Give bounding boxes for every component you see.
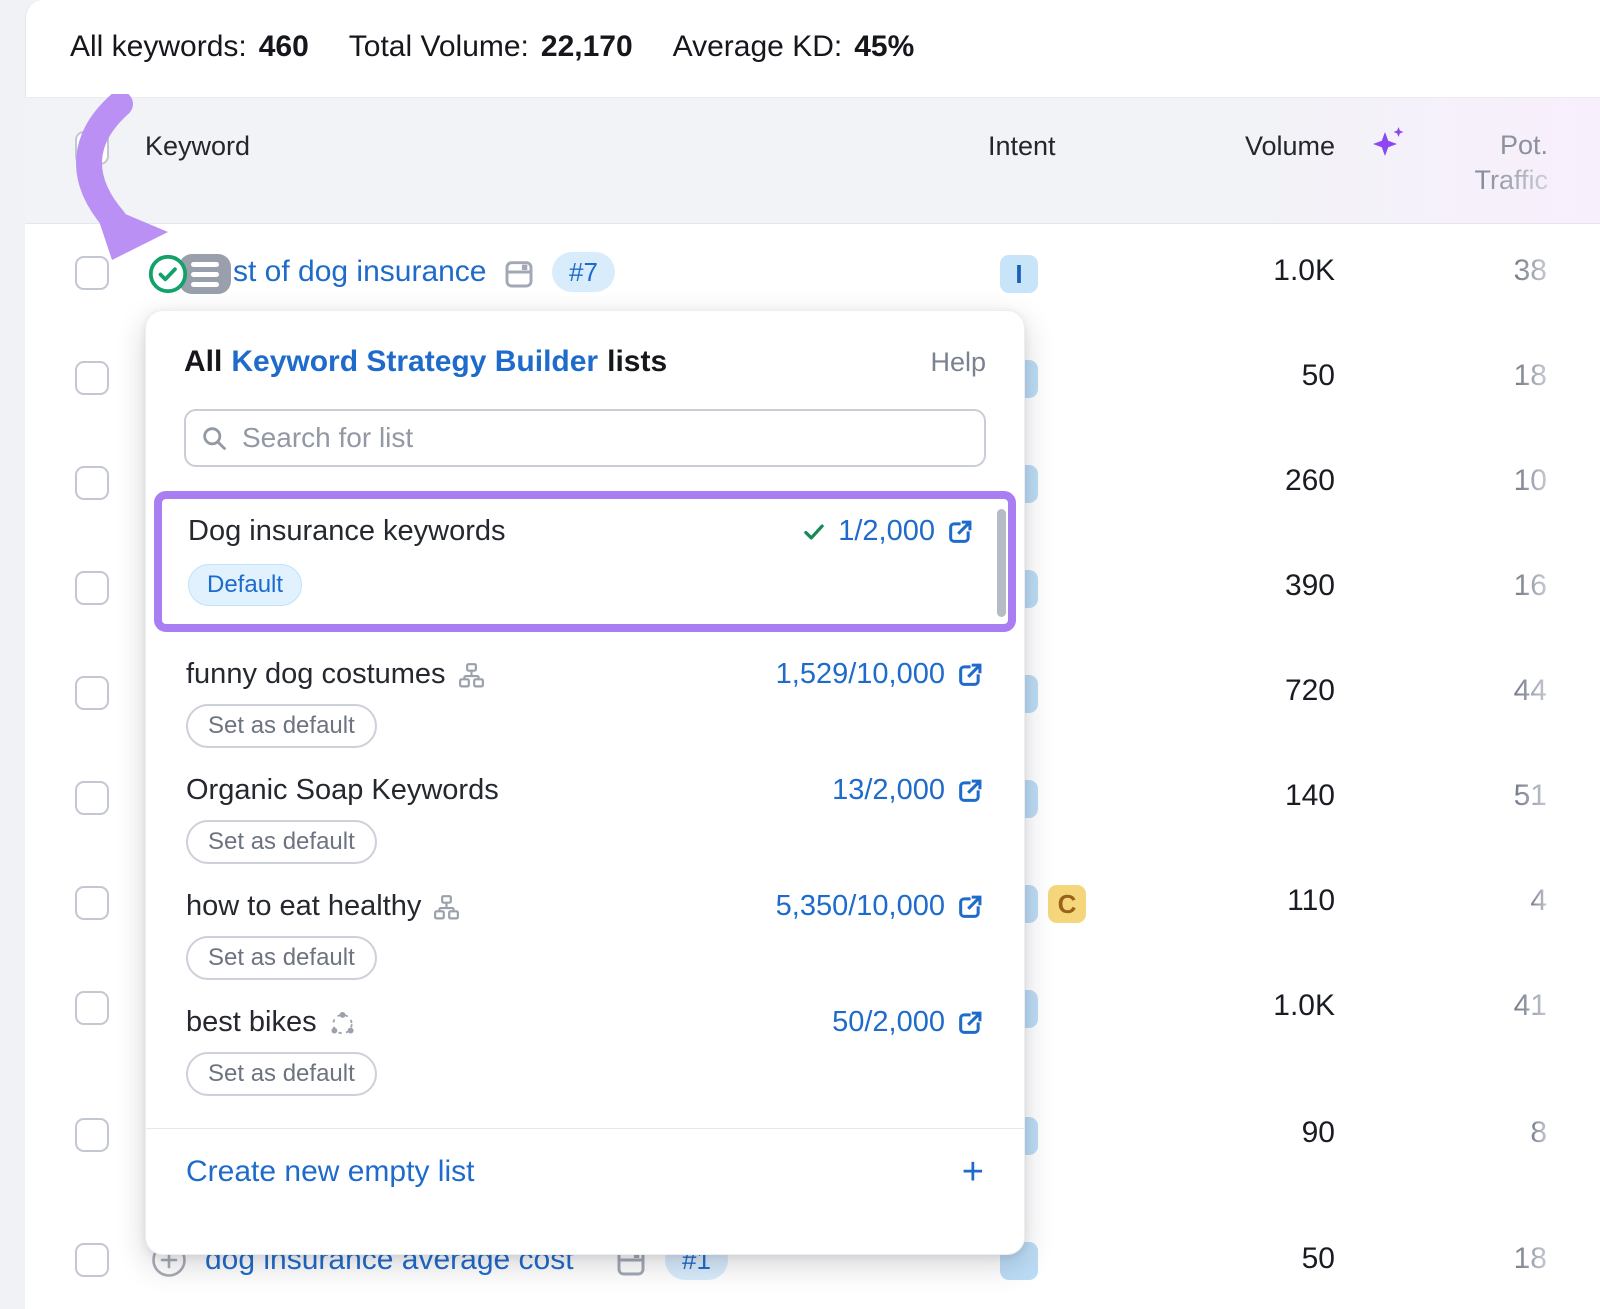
external-link-icon[interactable] [956, 893, 984, 921]
external-link-icon[interactable] [956, 777, 984, 805]
pot-traffic-value: 10 [1380, 464, 1547, 498]
external-link-icon[interactable] [956, 1009, 984, 1037]
volume-value: 50 [1150, 359, 1335, 393]
set-as-default-button[interactable]: Set as default [186, 820, 377, 864]
search-icon [200, 424, 228, 452]
stat-all-keywords: All keywords: 460 [70, 30, 309, 64]
list-count-link[interactable]: 5,350/10,000 [776, 890, 945, 923]
row-checkbox[interactable] [75, 991, 109, 1025]
popup-title-link[interactable]: Keyword Strategy Builder [231, 345, 598, 379]
help-link[interactable]: Help [930, 347, 986, 378]
row-checkbox[interactable] [75, 1118, 109, 1152]
popup-title-prefix: All [184, 345, 222, 379]
list-count-link[interactable]: 1/2,000 [838, 515, 935, 548]
pot-traffic-value: 51 [1380, 779, 1547, 813]
pot-traffic-value: 41 [1380, 989, 1547, 1023]
column-header-intent[interactable]: Intent [988, 131, 1056, 162]
set-as-default-button[interactable]: Set as default [186, 1052, 377, 1096]
list-item-default-highlighted[interactable]: Dog insurance keywords 1/2,000 Default [154, 491, 1016, 632]
intent-badge-commercial: C [1048, 885, 1086, 923]
pot-traffic-value: 18 [1380, 1242, 1547, 1276]
list-name[interactable]: best bikes [186, 1006, 317, 1039]
keyword-magic-table-page: All keywords: 460 Total Volume: 22,170 A… [0, 0, 1600, 1309]
pot-traffic-line1: Pot. [1360, 128, 1548, 163]
search-input[interactable] [184, 409, 986, 467]
volume-value: 390 [1150, 569, 1335, 603]
row-checkbox[interactable] [75, 466, 109, 500]
list-name[interactable]: how to eat healthy [186, 890, 421, 923]
volume-value: 140 [1150, 779, 1335, 813]
pot-traffic-value: 16 [1380, 569, 1547, 603]
keyword-link[interactable]: st of dog insurance [233, 255, 487, 289]
list-count-link[interactable]: 1,529/10,000 [776, 658, 945, 691]
create-new-list-link[interactable]: Create new empty list [186, 1155, 474, 1189]
tutorial-arrow [70, 94, 180, 266]
row-checkbox[interactable] [75, 361, 109, 395]
selected-check-icon [801, 519, 827, 545]
volume-value: 1.0K [1150, 254, 1335, 288]
create-new-list-row[interactable]: Create new empty list + [184, 1129, 986, 1189]
cluster-icon [329, 1010, 356, 1036]
pot-traffic-value: 44 [1380, 674, 1547, 708]
row-checkbox[interactable] [75, 781, 109, 815]
volume-value: 720 [1150, 674, 1335, 708]
stat-total-volume: Total Volume: 22,170 [349, 30, 633, 64]
volume-value: 90 [1150, 1116, 1335, 1150]
row-checkbox[interactable] [75, 1243, 109, 1277]
list-search [184, 409, 986, 467]
keyword-lists-popup: All Keyword Strategy Builder lists Help … [145, 310, 1025, 1255]
sitemap-icon [458, 662, 485, 688]
list-count-link[interactable]: 50/2,000 [832, 1006, 945, 1039]
stats-bar: All keywords: 460 Total Volume: 22,170 A… [70, 30, 914, 64]
set-as-default-button[interactable]: Set as default [186, 704, 377, 748]
volume-value: 110 [1150, 884, 1335, 918]
stat-average-kd: Average KD: 45% [673, 30, 915, 64]
intent-badge-informational: I [1000, 255, 1038, 293]
column-header-pot-traffic[interactable]: Pot. Traffic [1360, 128, 1548, 198]
external-link-icon[interactable] [946, 518, 974, 546]
list-item: funny dog costumes 1,529/10,000 [184, 658, 986, 748]
pot-traffic-value: 18 [1380, 359, 1547, 393]
table-header: Keyword Intent Volume Pot. Traffic [25, 97, 1600, 224]
list-item: how to eat healthy 5,350/10,000 [184, 890, 986, 980]
stat-value: 22,170 [541, 30, 633, 64]
row-checkbox[interactable] [75, 676, 109, 710]
default-badge: Default [188, 564, 302, 606]
stat-label: Total Volume: [349, 30, 529, 64]
stat-value: 460 [259, 30, 309, 64]
row-checkbox[interactable] [75, 571, 109, 605]
stat-value: 45% [854, 30, 914, 64]
set-as-default-button[interactable]: Set as default [186, 936, 377, 980]
stat-label: Average KD: [673, 30, 843, 64]
stat-label: All keywords: [70, 30, 247, 64]
pot-traffic-line2: Traffic [1474, 163, 1548, 198]
list-name[interactable]: Dog insurance keywords [188, 515, 506, 548]
serp-rank-badge[interactable]: #7 [552, 252, 615, 292]
plus-icon[interactable]: + [962, 1157, 984, 1187]
save-to-list-icon[interactable] [503, 258, 535, 290]
list-name[interactable]: funny dog costumes [186, 658, 446, 691]
pot-traffic-value: 8 [1380, 1116, 1547, 1150]
sitemap-icon [433, 894, 460, 920]
pot-traffic-value: 38 [1380, 254, 1547, 288]
popup-title: All Keyword Strategy Builder lists [184, 345, 667, 379]
list-item: best bikes 50/2,000 Set as d [184, 1006, 986, 1096]
external-link-icon[interactable] [956, 661, 984, 689]
pot-traffic-value: 4 [1380, 884, 1547, 918]
list-count-link[interactable]: 13/2,000 [832, 774, 945, 807]
volume-value: 260 [1150, 464, 1335, 498]
list-item: Organic Soap Keywords 13/2,000 Set as de… [184, 774, 986, 864]
list-name[interactable]: Organic Soap Keywords [186, 774, 499, 807]
popup-scrollbar-thumb[interactable] [997, 509, 1006, 617]
popup-title-suffix: lists [607, 345, 667, 379]
column-header-volume[interactable]: Volume [1150, 131, 1335, 162]
volume-value: 1.0K [1150, 989, 1335, 1023]
volume-value: 50 [1150, 1242, 1335, 1276]
row-checkbox[interactable] [75, 886, 109, 920]
